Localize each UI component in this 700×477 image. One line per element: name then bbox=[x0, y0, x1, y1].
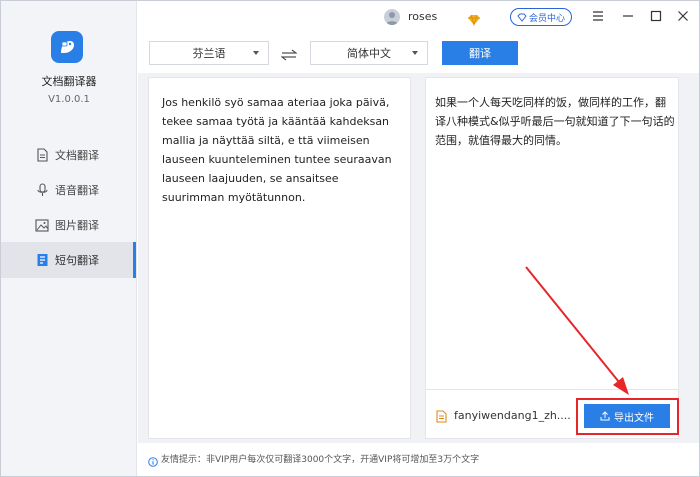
source-language-select[interactable]: 芬兰语 bbox=[149, 41, 269, 65]
file-icon bbox=[436, 408, 447, 427]
app-version: V1.0.0.1 bbox=[48, 94, 90, 105]
member-center-button[interactable]: 会员中心 bbox=[510, 8, 572, 26]
source-language-label: 芬兰语 bbox=[192, 47, 226, 60]
sidebar-item-label: 图片翻译 bbox=[55, 219, 99, 232]
target-language-label: 简体中文 bbox=[347, 47, 391, 60]
sidebar-item-label: 短句翻译 bbox=[55, 254, 99, 267]
upload-icon bbox=[600, 411, 610, 421]
diamond-icon bbox=[517, 13, 527, 22]
microphone-icon bbox=[35, 183, 49, 197]
chevron-down-icon bbox=[253, 51, 259, 55]
app-name: 文档翻译器 bbox=[41, 75, 97, 88]
vip-notice: 友情提示：非VIP用户每次仅可翻译3000个文字，开通VIP将可增加至3万个文字 bbox=[161, 455, 480, 465]
sidebar: 文档翻译器 V1.0.0.1 文档翻译 语音翻译 图片翻译 短句翻译 bbox=[1, 1, 137, 476]
export-file-button[interactable]: 导出文件 bbox=[584, 404, 670, 428]
vip-diamond-icon[interactable] bbox=[467, 11, 481, 30]
result-divider bbox=[426, 389, 678, 390]
bird-logo-icon bbox=[61, 41, 74, 53]
sidebar-item-voice[interactable]: 语音翻译 bbox=[1, 172, 136, 208]
app-logo bbox=[51, 31, 83, 63]
chevron-down-icon bbox=[412, 51, 418, 55]
sidebar-item-label: 语音翻译 bbox=[55, 184, 99, 197]
menu-icon[interactable] bbox=[591, 9, 605, 23]
sidebar-item-image[interactable]: 图片翻译 bbox=[1, 207, 136, 243]
sidebar-item-sentence[interactable]: 短句翻译 bbox=[1, 242, 136, 278]
close-icon[interactable] bbox=[676, 9, 690, 23]
minimize-icon[interactable] bbox=[621, 9, 635, 23]
source-text[interactable]: Jos henkilö syö samaa ateriaa joka päivä… bbox=[162, 93, 398, 207]
swap-languages-icon[interactable] bbox=[280, 46, 298, 65]
info-icon bbox=[148, 452, 158, 471]
member-center-label: 会员中心 bbox=[528, 13, 565, 24]
output-file-name[interactable]: fanyiwendang1_zh.... bbox=[454, 409, 571, 422]
sidebar-item-label: 文档翻译 bbox=[55, 149, 99, 162]
sidebar-item-document[interactable]: 文档翻译 bbox=[1, 137, 136, 173]
text-doc-icon bbox=[35, 253, 49, 267]
avatar[interactable] bbox=[384, 9, 400, 25]
document-icon bbox=[35, 148, 49, 162]
username[interactable]: roses bbox=[408, 10, 437, 23]
image-icon bbox=[35, 218, 49, 232]
target-language-select[interactable]: 简体中文 bbox=[310, 41, 428, 65]
export-file-label: 导出文件 bbox=[614, 412, 654, 424]
maximize-icon[interactable] bbox=[649, 9, 663, 23]
translate-button[interactable]: 翻译 bbox=[442, 41, 518, 65]
result-text: 如果一个人每天吃同样的饭，做同样的工作，翻译八种模式&似乎听最后一句就知道了下一… bbox=[435, 96, 675, 147]
